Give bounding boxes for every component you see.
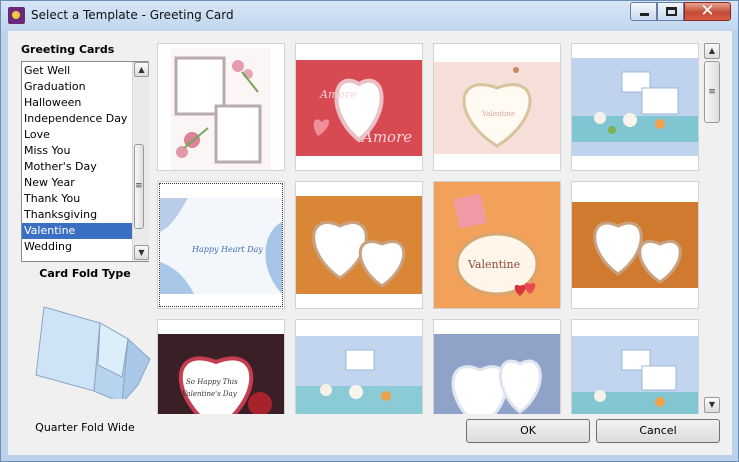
- template-gallery: Amore Amore Valentine Happy Heart Day Va…: [155, 41, 699, 414]
- template-thumbnail-flowers-blue-2[interactable]: [295, 319, 423, 414]
- category-item[interactable]: Mother's Day: [22, 159, 132, 175]
- template-thumbnail-heart-lace[interactable]: Valentine: [433, 43, 561, 171]
- category-scrollbar[interactable]: ▲ ≡ ▼: [132, 62, 149, 261]
- category-item[interactable]: Love: [22, 127, 132, 143]
- category-listbox[interactable]: Get Well Graduation Halloween Independence …: [21, 61, 149, 262]
- maximize-button[interactable]: [657, 2, 684, 21]
- scroll-thumb[interactable]: ≡: [134, 144, 144, 229]
- dialog-body: Greeting Cards Get Well Graduation Hallowe…: [8, 31, 732, 455]
- category-item[interactable]: Wedding: [22, 239, 132, 255]
- gallery-scroll-up-icon[interactable]: ▲: [704, 43, 720, 59]
- category-item[interactable]: Graduation: [22, 79, 132, 95]
- amore-script-small: Amore: [319, 88, 357, 101]
- minimize-icon: [640, 13, 649, 16]
- scroll-down-icon[interactable]: ▼: [134, 245, 149, 260]
- template-thumbnail-double-heart-orange[interactable]: [295, 181, 423, 309]
- category-item[interactable]: Valentine: [22, 223, 132, 239]
- quarter-fold-preview: [32, 299, 156, 405]
- maximize-icon: [666, 7, 677, 16]
- template-thumbnail-amore[interactable]: Amore Amore: [295, 43, 423, 171]
- cancel-button[interactable]: Cancel: [596, 419, 720, 443]
- category-item[interactable]: Thanksgiving: [22, 207, 132, 223]
- ok-button[interactable]: OK: [466, 419, 590, 443]
- template-thumbnail-double-heart-blue[interactable]: [433, 319, 561, 414]
- category-item[interactable]: Halloween: [22, 95, 132, 111]
- category-item[interactable]: Thank You: [22, 191, 132, 207]
- svg-text:Valentine: Valentine: [481, 110, 515, 118]
- category-list: Get Well Graduation Halloween Independence …: [22, 63, 132, 255]
- scroll-up-icon[interactable]: ▲: [134, 62, 149, 77]
- template-thumbnail-roses-frames[interactable]: [157, 43, 285, 171]
- category-item[interactable]: Get Well: [22, 63, 132, 79]
- gallery-scroll-down-icon[interactable]: ▼: [704, 397, 720, 413]
- category-item[interactable]: New Year: [22, 175, 132, 191]
- app-icon: [8, 7, 25, 24]
- close-icon: ✕: [700, 1, 715, 21]
- template-thumbnail-valentine-tag[interactable]: Valentine: [433, 181, 561, 309]
- so-happy-line-1: So Happy This: [186, 378, 238, 386]
- window-title: Select a Template - Greeting Card: [31, 8, 234, 22]
- template-thumbnail-so-happy[interactable]: So Happy This Valentine's Day: [157, 319, 285, 414]
- template-thumbnail-flowers-blue[interactable]: [571, 43, 699, 171]
- template-dialog: Select a Template - Greeting Card ✕ Gree…: [0, 0, 739, 462]
- gallery-scrollbar[interactable]: ▲ ≡ ▼: [703, 41, 721, 415]
- title-bar[interactable]: Select a Template - Greeting Card ✕: [1, 1, 738, 31]
- template-thumbnail-flowers-blue-3[interactable]: [571, 319, 699, 414]
- fold-type-heading: Card Fold Type: [39, 267, 131, 280]
- valentine-tag-text: Valentine: [467, 258, 520, 271]
- amore-script-large: Amore: [360, 128, 412, 146]
- fold-type-label: Quarter Fold Wide: [35, 421, 135, 434]
- minimize-button[interactable]: [630, 2, 657, 21]
- so-happy-line-2: Valentine's Day: [182, 390, 238, 398]
- template-thumbnail-happy-heart-day[interactable]: Happy Heart Day: [157, 181, 285, 309]
- category-item[interactable]: Independence Day: [22, 111, 132, 127]
- happy-heart-day-text: Happy Heart Day: [191, 245, 263, 254]
- gallery-scroll-thumb[interactable]: ≡: [704, 61, 720, 123]
- category-heading: Greeting Cards: [21, 43, 115, 56]
- close-button[interactable]: ✕: [684, 1, 731, 21]
- template-thumbnail-double-heart-orange-2[interactable]: [571, 181, 699, 309]
- category-item[interactable]: Miss You: [22, 143, 132, 159]
